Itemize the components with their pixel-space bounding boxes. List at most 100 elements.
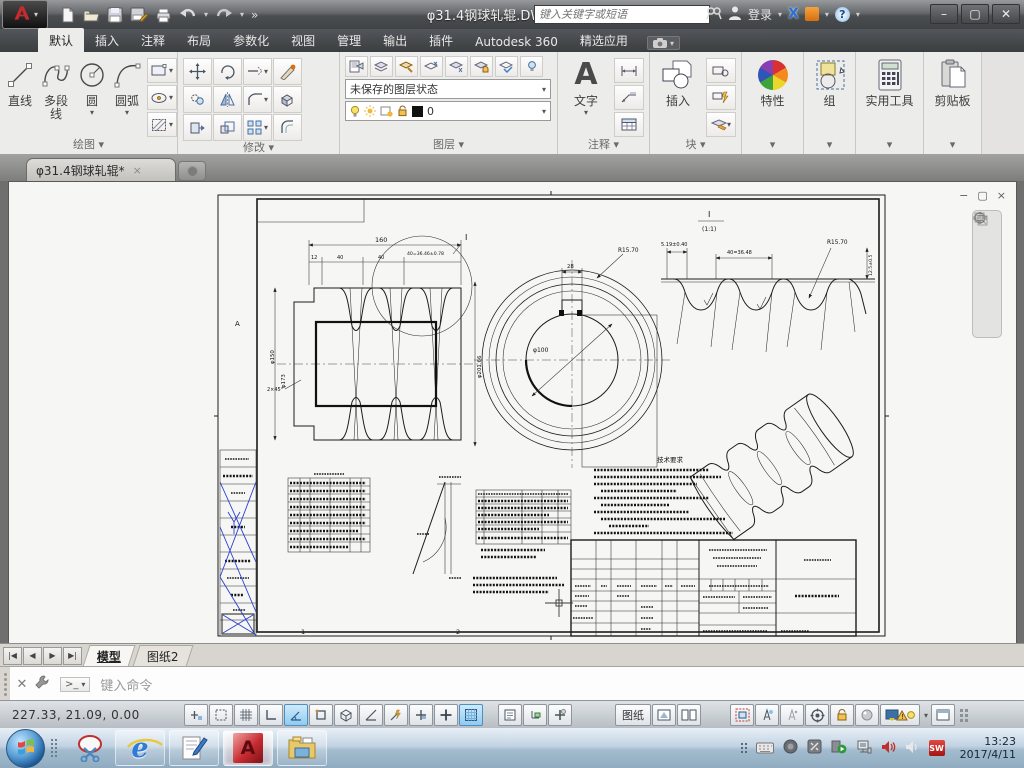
file-tab-close-icon[interactable]: × xyxy=(133,164,142,177)
snap-toggle[interactable] xyxy=(209,704,233,726)
tab-model[interactable]: 模型 xyxy=(82,645,135,667)
tab-annotate[interactable]: 注释 xyxy=(130,28,176,52)
polar-tracking-toggle[interactable] xyxy=(284,704,308,726)
redo-button[interactable] xyxy=(215,7,233,22)
rotate-button[interactable] xyxy=(213,58,242,85)
object-snap-tracking-toggle[interactable] xyxy=(384,704,408,726)
move-button[interactable] xyxy=(183,58,212,85)
panel-label-utilities[interactable]: ▾ xyxy=(856,138,923,154)
help-search-input[interactable] xyxy=(534,5,710,24)
tab-output[interactable]: 输出 xyxy=(372,28,418,52)
tray-expand-grip[interactable] xyxy=(741,743,747,753)
polyline-button[interactable]: 多段线 xyxy=(40,55,72,138)
comm-caret-icon[interactable]: ▾ xyxy=(825,10,829,19)
object-snap-toggle[interactable] xyxy=(309,704,333,726)
selection-cycling-toggle[interactable] xyxy=(523,704,547,726)
clipboard-button[interactable]: 剪贴板 xyxy=(929,55,976,138)
clean-screen-button[interactable] xyxy=(931,704,955,726)
save-as-button[interactable] xyxy=(130,7,148,23)
copy-button[interactable] xyxy=(183,86,212,113)
maximize-button[interactable]: ▢ xyxy=(961,4,989,24)
offset-button[interactable] xyxy=(273,114,302,141)
autoscale-button[interactable] xyxy=(780,704,804,726)
insert-block-button[interactable]: 插入 xyxy=(655,55,701,138)
annotation-visibility-button[interactable] xyxy=(755,704,779,726)
drawing-close-button[interactable]: × xyxy=(997,189,1006,202)
communication-center-icon[interactable] xyxy=(805,7,819,21)
arc-caret-icon[interactable]: ▾ xyxy=(125,108,129,117)
arc-button[interactable]: 圆弧 ▾ xyxy=(112,55,142,138)
quick-view-layouts-button[interactable] xyxy=(652,704,676,726)
isoplane-toggle[interactable] xyxy=(359,704,383,726)
rectangle-button[interactable]: ▾ xyxy=(147,58,177,83)
last-layout-button[interactable]: ▶| xyxy=(63,647,82,665)
erase-button[interactable] xyxy=(273,58,302,85)
plot-button[interactable] xyxy=(155,7,172,23)
status-menu-caret-icon[interactable]: ▾ xyxy=(924,711,928,720)
layer-lock-button[interactable] xyxy=(470,56,493,77)
application-menu-button[interactable]: ▾ xyxy=(2,0,48,29)
first-layout-button[interactable]: |◀ xyxy=(3,647,22,665)
ellipse-button[interactable]: ▾ xyxy=(147,85,177,110)
line-button[interactable]: 直线 xyxy=(5,55,35,138)
quick-properties-toggle[interactable] xyxy=(498,704,522,726)
define-attributes-button[interactable] xyxy=(706,85,736,110)
drawing-minimize-button[interactable]: − xyxy=(959,189,968,202)
command-customize-icon[interactable] xyxy=(34,674,50,694)
layer-properties-button[interactable] xyxy=(345,56,368,77)
3d-object-snap-toggle[interactable] xyxy=(334,704,358,726)
annotation-monitor-toggle[interactable] xyxy=(548,704,572,726)
save-button[interactable] xyxy=(107,7,123,23)
open-file-button[interactable] xyxy=(83,7,100,23)
tab-parametric[interactable]: 参数化 xyxy=(222,28,280,52)
paper-model-button[interactable]: 图纸 xyxy=(615,704,651,726)
properties-button[interactable]: 特性 xyxy=(750,55,796,138)
close-button[interactable]: ✕ xyxy=(992,4,1020,24)
search-icon[interactable] xyxy=(706,5,722,23)
taskbar-snipping-tool[interactable] xyxy=(67,730,113,766)
taskbar-clock[interactable]: 13:23 2017/4/11 xyxy=(954,735,1016,761)
taskbar-internet-explorer[interactable]: e xyxy=(115,730,165,766)
undo-button[interactable] xyxy=(179,7,197,22)
next-layout-button[interactable]: ▶ xyxy=(43,647,62,665)
infer-constraints-toggle[interactable] xyxy=(184,704,208,726)
qat-more-button[interactable]: » xyxy=(251,8,258,22)
tab-insert[interactable]: 插入 xyxy=(84,28,130,52)
file-tab-current[interactable]: φ31.4钢球轧辊* × xyxy=(26,158,176,181)
tray-app-icon[interactable] xyxy=(783,739,798,758)
tab-layout2[interactable]: 图纸2 xyxy=(132,645,193,667)
isolate-objects-button[interactable] xyxy=(855,704,879,726)
hardware-acceleration-button[interactable]: ! xyxy=(880,704,920,726)
start-button[interactable] xyxy=(6,729,45,768)
panel-label-group[interactable]: ▾ xyxy=(804,138,855,154)
trim-button[interactable]: ▾ xyxy=(243,58,272,85)
dynamic-input-toggle[interactable] xyxy=(434,704,458,726)
group-button[interactable]: 组 xyxy=(810,55,850,138)
taskbar-file-manager[interactable] xyxy=(277,730,327,766)
panel-label-modify[interactable]: 修改 ▾ xyxy=(178,141,339,155)
tab-autodesk360[interactable]: Autodesk 360 xyxy=(464,31,569,52)
fillet-button[interactable]: ▾ xyxy=(243,86,272,113)
drawing-canvas[interactable]: .ln{stroke:#1c1c1c;stroke-width:1;fill:n… xyxy=(9,182,1016,644)
minimize-button[interactable]: – xyxy=(930,4,958,24)
table-button[interactable] xyxy=(614,112,644,137)
explode-button[interactable] xyxy=(273,86,302,113)
tab-view[interactable]: 视图 xyxy=(280,28,326,52)
layer-isolate-button[interactable] xyxy=(395,56,418,77)
panel-label-draw[interactable]: 绘图 ▾ xyxy=(0,138,177,154)
signin-caret-icon[interactable]: ▾ xyxy=(778,10,782,19)
command-close-icon[interactable]: ✕ xyxy=(10,677,34,692)
block-editor-button[interactable]: ▾ xyxy=(706,112,736,137)
array-button[interactable]: ▾ xyxy=(243,114,272,141)
scale-button[interactable] xyxy=(213,114,242,141)
prev-layout-button[interactable]: ◀ xyxy=(23,647,42,665)
exchange-apps-icon[interactable]: X xyxy=(788,6,799,22)
layer-freeze-button[interactable] xyxy=(445,56,468,77)
ortho-toggle[interactable] xyxy=(259,704,283,726)
dimension-button[interactable] xyxy=(614,58,644,83)
layer-off-button[interactable] xyxy=(520,56,543,77)
command-prompt-chip[interactable]: >_ ▾ xyxy=(60,677,90,692)
tab-layout[interactable]: 布局 xyxy=(176,28,222,52)
layer-match-button[interactable] xyxy=(495,56,518,77)
sign-in-link[interactable]: 登录 xyxy=(748,6,772,23)
